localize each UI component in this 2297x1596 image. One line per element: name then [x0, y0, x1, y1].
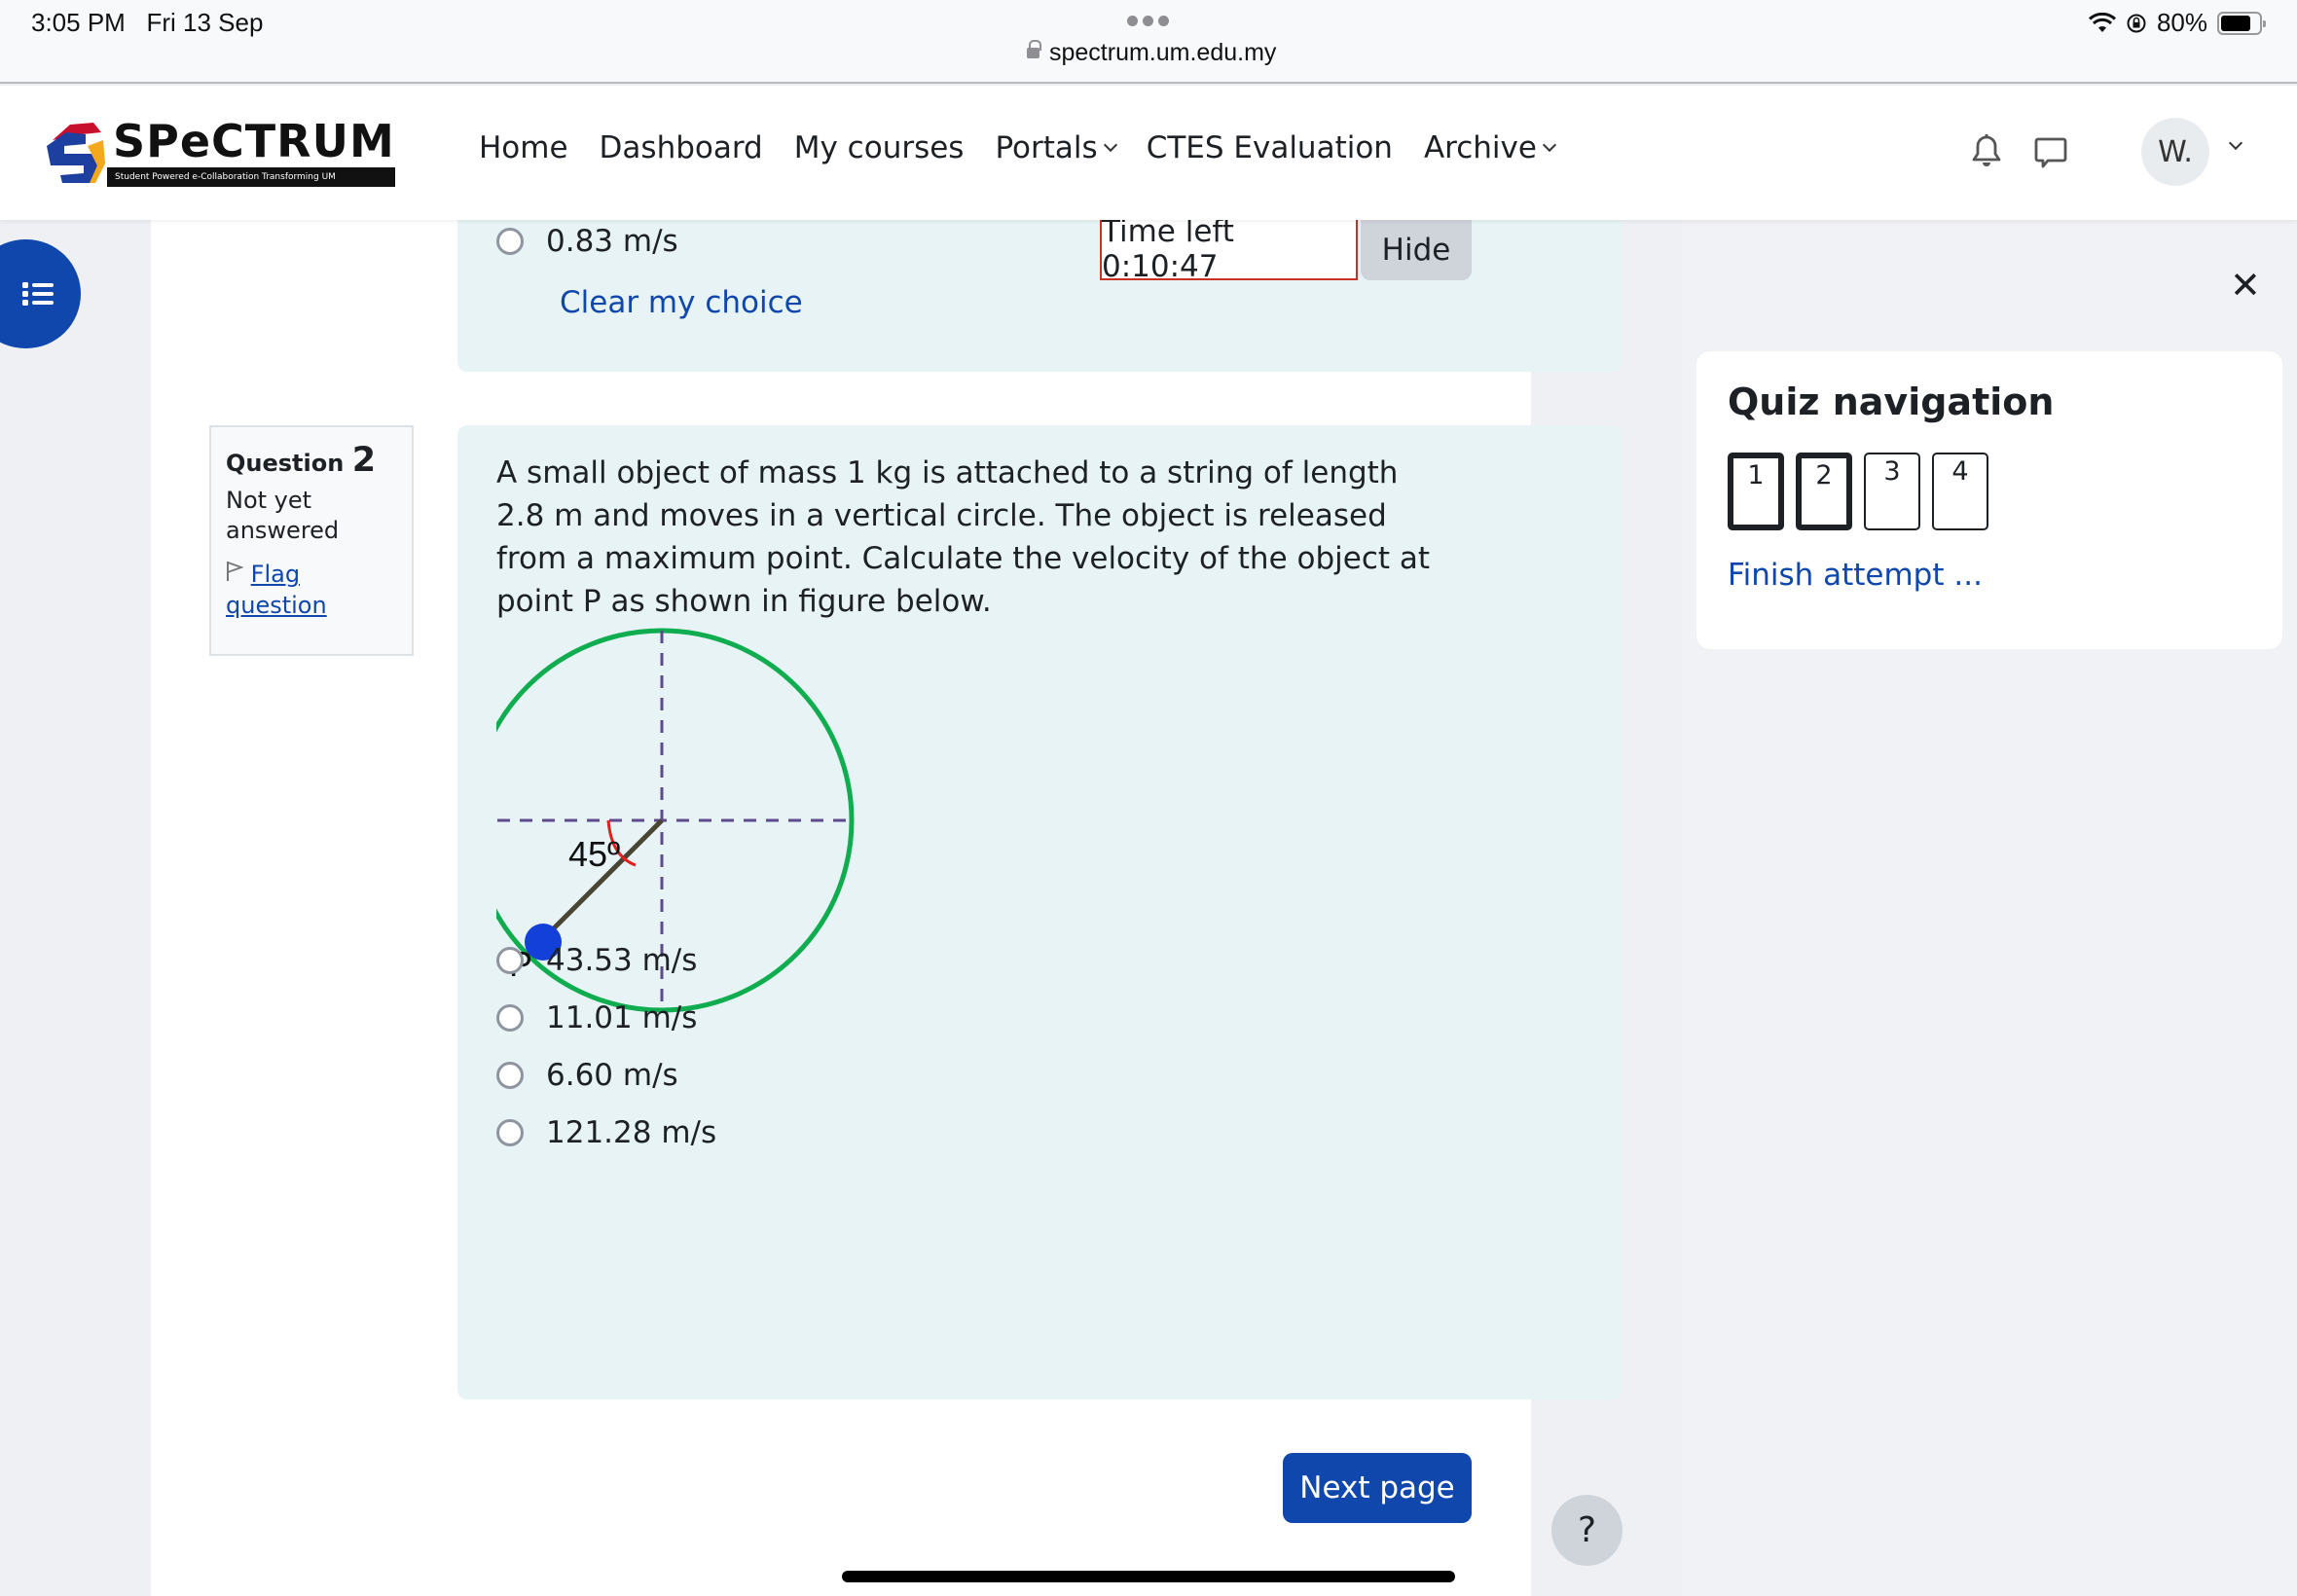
answer-option[interactable]: 43.53 m/s [496, 943, 697, 978]
user-avatar[interactable]: W. [2141, 118, 2209, 186]
chevron-down-icon [1103, 137, 1117, 153]
logo-tagline: Student Powered e-Collaboration Transfor… [107, 167, 395, 187]
status-bar: 3:05 PM Fri 13 Sep spectrum.um.edu.my 80… [0, 0, 2297, 84]
site-header: SPeCTRUM Student Powered e-Collaboration… [0, 86, 2297, 220]
quiz-navigation-block: Quiz navigation 1 2 3 4 Finish attempt .… [1696, 351, 2282, 649]
answer-option-label: 43.53 m/s [546, 943, 698, 978]
quiz-navigation-drawer: ✕ Quiz navigation 1 2 3 4 Finish attempt… [1682, 220, 2297, 1596]
nav-archive[interactable]: Archive [1424, 130, 1557, 165]
hide-timer-button[interactable]: Hide [1361, 220, 1472, 280]
question-buttons: 1 2 3 4 [1728, 453, 2251, 530]
home-indicator[interactable] [842, 1571, 1455, 1582]
nav-dashboard[interactable]: Dashboard [600, 130, 763, 165]
answer-option-label: 6.60 m/s [546, 1058, 678, 1093]
spectrum-logo[interactable]: SPeCTRUM Student Powered e-Collaboration… [43, 115, 395, 187]
quiz-nav-question-1[interactable]: 1 [1728, 453, 1784, 530]
orientation-lock-icon [2127, 14, 2146, 32]
radio-button[interactable] [496, 1119, 524, 1146]
question-2-content: A small object of mass 1 kg is attached … [457, 425, 1622, 1399]
url-text: spectrum.um.edu.my [1049, 39, 1277, 66]
messages-chat-icon[interactable] [2034, 136, 2067, 169]
lock-icon [1027, 39, 1041, 61]
angle-label: 45º [568, 834, 620, 874]
answer-option[interactable]: 6.60 m/s [496, 1058, 678, 1093]
multitasking-dots-icon[interactable] [1127, 16, 1169, 26]
clear-my-choice-link[interactable]: Clear my choice [560, 285, 803, 320]
question-info-box: Question 2 Not yet answered Flag questio… [209, 425, 414, 656]
next-page-button[interactable]: Next page [1283, 1453, 1472, 1523]
nav-portals[interactable]: Portals [995, 130, 1117, 165]
answer-option-label: 11.01 m/s [546, 1000, 698, 1035]
status-indicators: 80% [2088, 8, 2266, 38]
radio-button[interactable] [496, 228, 524, 255]
quiz-page-content: 0.83 m/s Clear my choice Time left 0:10:… [151, 214, 1622, 1596]
radio-button[interactable] [496, 1062, 524, 1089]
question-text: A small object of mass 1 kg is attached … [496, 455, 1431, 619]
question-state: Not yet answered [226, 487, 340, 545]
logo-mark-icon [47, 123, 105, 183]
battery-icon [2217, 11, 2266, 35]
quiz-nav-question-3[interactable]: 3 [1864, 453, 1920, 530]
answer-option[interactable]: 0.83 m/s [496, 224, 678, 259]
answer-option[interactable]: 121.28 m/s [496, 1115, 716, 1150]
quiz-navigation-title: Quiz navigation [1728, 381, 2055, 423]
close-drawer-icon[interactable]: ✕ [2230, 264, 2261, 307]
chevron-down-icon [1542, 137, 1557, 153]
radio-button[interactable] [496, 947, 524, 974]
flag-icon [227, 562, 244, 582]
user-menu-chevron-icon[interactable] [2228, 135, 2243, 151]
nav-my-courses[interactable]: My courses [794, 130, 965, 165]
answer-option[interactable]: 11.01 m/s [496, 1000, 697, 1035]
primary-nav: Home Dashboard My courses Portals CTES E… [479, 130, 1557, 165]
question-number: Question 2 [226, 441, 377, 480]
list-icon [22, 282, 54, 306]
answer-option-label: 121.28 m/s [546, 1115, 717, 1150]
quiz-nav-question-4[interactable]: 4 [1932, 453, 1988, 530]
logo-text: SPeCTRUM [113, 115, 395, 167]
help-button[interactable]: ? [1551, 1495, 1622, 1566]
quiz-nav-question-2[interactable]: 2 [1796, 453, 1852, 530]
flag-question[interactable]: Flag question [226, 560, 397, 620]
status-time: 3:05 PM Fri 13 Sep [31, 8, 264, 37]
address-bar[interactable]: spectrum.um.edu.my [1027, 39, 1276, 67]
answer-option-label: 0.83 m/s [546, 224, 678, 259]
nav-ctes-evaluation[interactable]: CTES Evaluation [1147, 130, 1393, 165]
course-index-toggle[interactable] [0, 239, 81, 348]
wifi-icon [2088, 12, 2116, 32]
notifications-bell-icon[interactable] [1972, 134, 2001, 167]
nav-home[interactable]: Home [479, 130, 568, 165]
battery-percent: 80% [2156, 8, 2207, 37]
quiz-timer: Time left 0:10:47 [1100, 214, 1358, 284]
radio-button[interactable] [496, 1004, 524, 1032]
finish-attempt-link[interactable]: Finish attempt ... [1728, 558, 2251, 593]
